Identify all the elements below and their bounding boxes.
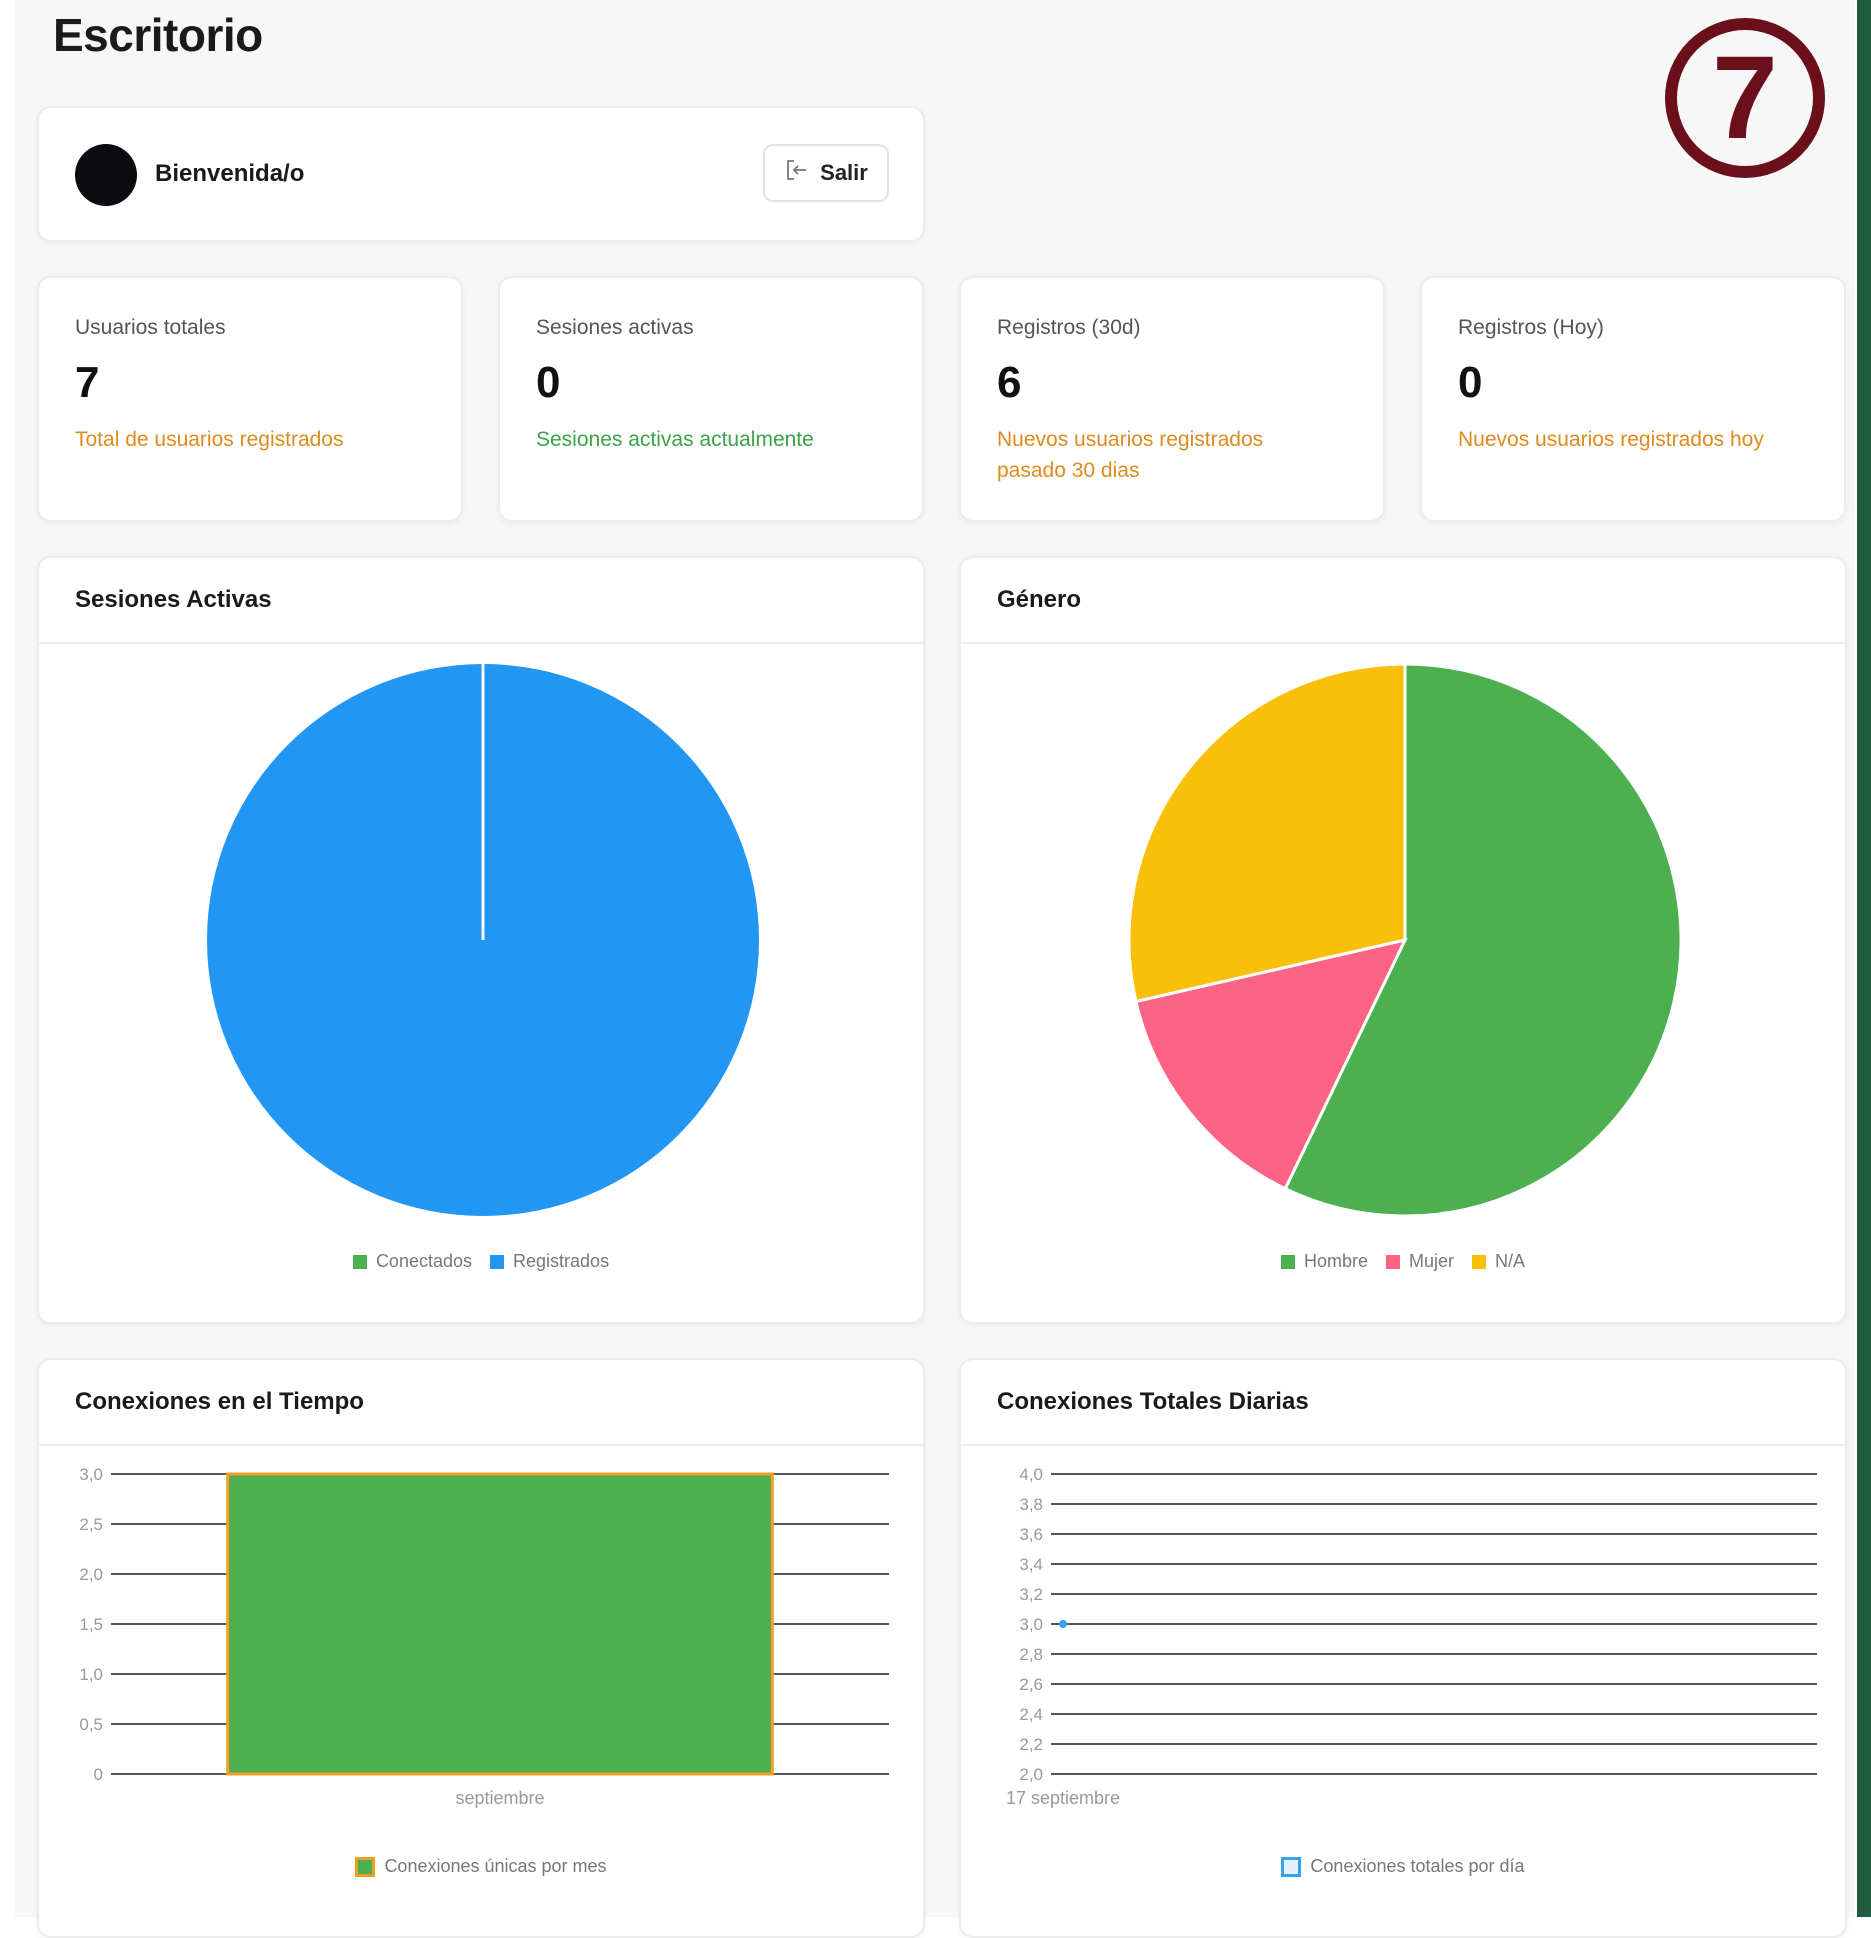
- y-tick-label: 3,6: [1019, 1525, 1043, 1544]
- y-tick-label: 4,0: [1019, 1465, 1043, 1484]
- legend-swatch: [1386, 1254, 1400, 1269]
- y-tick-label: 2,2: [1019, 1735, 1043, 1754]
- legend-item-female[interactable]: Mujer: [1386, 1251, 1454, 1272]
- y-tick-label: 2,6: [1019, 1675, 1043, 1694]
- legend-item-unique-connections[interactable]: Conexiones únicas por mes: [355, 1856, 607, 1877]
- y-tick-label: 2,8: [1019, 1645, 1043, 1664]
- gender-slice-2[interactable]: [1127, 662, 1407, 1004]
- stat-label: Registros (30d): [997, 316, 1141, 339]
- y-tick-label: 2,4: [1019, 1705, 1043, 1724]
- logout-icon: [784, 157, 810, 189]
- sessions-legend: Conectados Registrados: [39, 1251, 923, 1272]
- daily-connections-line-chart[interactable]: 2,0 2,2 2,4 2,6 2,8 3,0 3,2 3,4 3,6 3,8 4,0 17 sept…: [961, 1460, 1849, 1880]
- welcome-card: Bienvenida/o Salir: [37, 106, 925, 242]
- panel-divider: [39, 1444, 923, 1446]
- stat-subtitle: Nuevos usuarios registrados pasado 30 di…: [997, 428, 1264, 482]
- panel-title: Conexiones en el Tiempo: [75, 1388, 364, 1415]
- dashboard-page: Escritorio 7 Bienvenida/o Salir Usuarios…: [15, 0, 1855, 1938]
- stat-subtitle: Sesiones activas actualmente: [536, 428, 814, 451]
- panel-title: Sesiones Activas: [75, 586, 272, 613]
- x-tick-label: septiembre: [455, 1788, 544, 1808]
- y-tick-label: 2,0: [1019, 1765, 1043, 1784]
- logout-button[interactable]: Salir: [763, 144, 889, 202]
- connections-legend: Conexiones únicas por mes: [39, 1856, 923, 1877]
- y-tick-label: 1,0: [79, 1665, 103, 1684]
- panel-title: Conexiones Totales Diarias: [997, 1388, 1309, 1415]
- y-tick-label: 3,2: [1019, 1585, 1043, 1604]
- stat-value: 6: [997, 358, 1022, 407]
- legend-swatch: [1472, 1254, 1487, 1269]
- legend-item-male[interactable]: Hombre: [1280, 1251, 1368, 1272]
- stat-card-total-users: Usuarios totales 7 Total de usuarios reg…: [37, 276, 463, 522]
- legend-item-registered[interactable]: Registrados: [490, 1251, 609, 1272]
- stat-label: Usuarios totales: [75, 316, 226, 339]
- stat-value: 7: [75, 358, 100, 407]
- legend-label: Hombre: [1303, 1251, 1368, 1271]
- stat-card-registrations-30d: Registros (30d) 6 Nuevos usuarios regist…: [959, 276, 1385, 522]
- y-tick-label: 0,5: [79, 1715, 103, 1734]
- y-tick-label: 2,0: [79, 1565, 103, 1584]
- legend-label: Conexiones totales por día: [1310, 1856, 1525, 1876]
- legend-swatch: [1281, 1856, 1302, 1877]
- gender-legend: Hombre Mujer N/A: [961, 1251, 1845, 1272]
- panel-divider: [961, 1444, 1845, 1446]
- data-point[interactable]: [1059, 1620, 1067, 1628]
- stat-value: 0: [1458, 358, 1483, 407]
- sessions-chart-panel: Sesiones Activas Conectados Registrados: [37, 556, 925, 1324]
- step-number-badge: 7: [1665, 18, 1825, 178]
- y-tick-label: 2,5: [79, 1515, 103, 1534]
- right-edge-band: [1857, 0, 1871, 1917]
- connections-bar-chart[interactable]: 0 0,5 1,0 1,5 2,0 2,5 3,0 septiembre: [39, 1460, 927, 1880]
- y-tick-label: 0: [94, 1765, 103, 1784]
- legend-swatch: [1280, 1254, 1295, 1269]
- stat-value: 0: [536, 358, 561, 407]
- y-tick-label: 3,8: [1019, 1495, 1043, 1514]
- y-tick-label: 3,0: [79, 1465, 103, 1484]
- stat-subtitle: Total de usuarios registrados: [75, 428, 344, 451]
- gender-chart-panel: Género Hombre Mujer N/A: [959, 556, 1847, 1324]
- welcome-greeting: Bienvenida/o: [155, 160, 305, 187]
- legend-swatch: [352, 1254, 367, 1269]
- legend-swatch: [490, 1254, 505, 1269]
- daily-legend: Conexiones totales por día: [961, 1856, 1845, 1877]
- stat-card-active-sessions: Sesiones activas 0 Sesiones activas actu…: [498, 276, 924, 522]
- y-tick-label: 3,4: [1019, 1555, 1043, 1574]
- legend-label: Registrados: [513, 1251, 610, 1271]
- avatar[interactable]: [75, 144, 137, 206]
- bar[interactable]: [226, 1472, 774, 1776]
- panel-divider: [961, 642, 1845, 644]
- legend-swatch: [355, 1856, 376, 1877]
- y-tick-label: 1,5: [79, 1615, 103, 1634]
- legend-item-connected[interactable]: Conectados: [352, 1251, 473, 1272]
- panel-title: Género: [997, 586, 1082, 613]
- stat-card-registrations-today: Registros (Hoy) 0 Nuevos usuarios regist…: [1420, 276, 1846, 522]
- stat-subtitle: Nuevos usuarios registrados hoy: [1458, 428, 1764, 451]
- legend-label: Mujer: [1409, 1251, 1455, 1271]
- legend-label: N/A: [1495, 1251, 1526, 1271]
- page-title: Escritorio: [53, 9, 263, 61]
- legend-label: Conectados: [375, 1251, 473, 1271]
- y-tick-label: 3,0: [1019, 1615, 1043, 1634]
- logout-label: Salir: [820, 160, 868, 185]
- legend-item-daily-connections[interactable]: Conexiones totales por día: [1281, 1856, 1525, 1877]
- gender-pie-chart[interactable]: [961, 658, 1849, 1238]
- stat-label: Registros (Hoy): [1458, 316, 1604, 339]
- legend-item-na[interactable]: N/A: [1472, 1251, 1525, 1272]
- sessions-pie-chart[interactable]: [39, 658, 927, 1238]
- panel-divider: [39, 642, 923, 644]
- stat-label: Sesiones activas: [536, 316, 694, 339]
- daily-connections-panel: Conexiones Totales Diarias 2,0 2,2 2,4 2,6 2…: [959, 1358, 1847, 1938]
- legend-label: Conexiones únicas por mes: [384, 1856, 607, 1876]
- connections-time-panel: Conexiones en el Tiempo 0 0,5 1,0 1,5 2,0 2,5…: [37, 1358, 925, 1938]
- x-tick-label: 17 septiembre: [1006, 1788, 1120, 1808]
